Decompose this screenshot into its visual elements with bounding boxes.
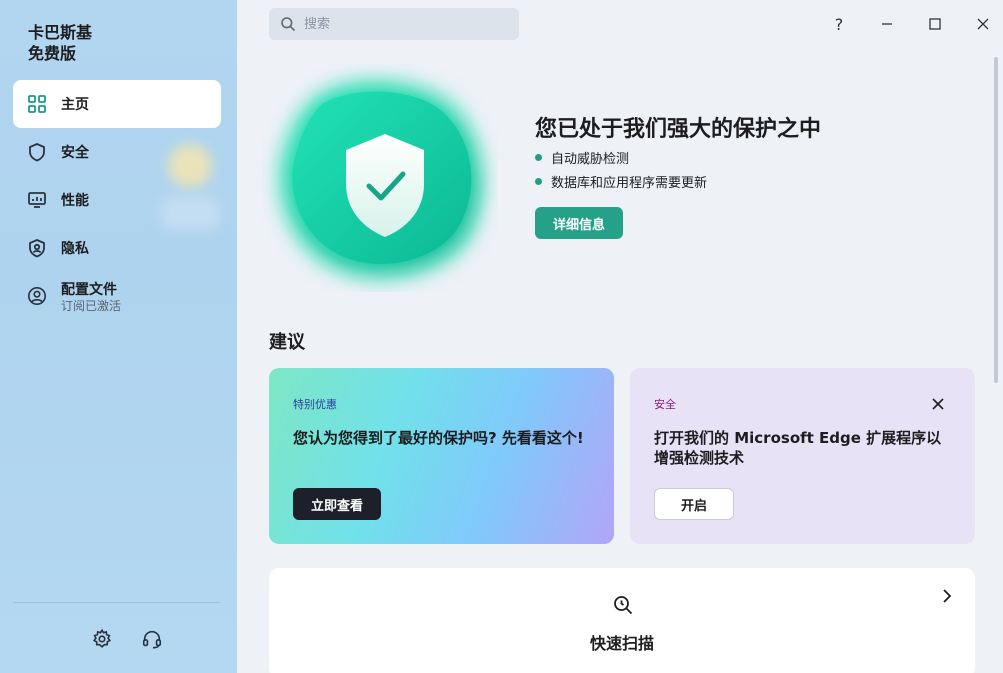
recommendations-title: 建议 — [269, 332, 305, 353]
status-list-item: 自动威胁检测 — [535, 148, 629, 167]
card-title: 您认为您得到了最好的保护吗? 先看看这个! — [293, 429, 584, 447]
status-dot — [535, 154, 542, 161]
brand-edition: 免费版 — [28, 44, 77, 63]
brand-title: 卡巴斯基 免费版 — [28, 22, 92, 64]
help-button[interactable]: ? — [827, 12, 851, 36]
search-bar — [269, 8, 519, 40]
status-list-item: 数据库和应用程序需要更新 — [535, 172, 707, 191]
close-button[interactable] — [971, 12, 995, 36]
status-dot — [535, 178, 542, 185]
sidebar-item-performance[interactable]: 性能 — [13, 176, 221, 224]
details-button[interactable]: 详细信息 — [535, 207, 623, 239]
performance-monitor-icon — [27, 190, 47, 210]
sidebar-item-home[interactable]: 主页 — [13, 80, 221, 128]
minimize-icon — [882, 23, 892, 25]
subscription-status: 订阅已激活 — [61, 299, 122, 313]
headset-icon — [142, 630, 162, 649]
brand-name: 卡巴斯基 — [28, 23, 93, 42]
sidebar-item-profile[interactable]: 配置文件 订阅已激活 — [13, 272, 221, 320]
sidebar-item-label: 安全 — [61, 145, 89, 161]
sidebar: 卡巴斯基 免费版 主页 安全 性能 隐私 配置文件 订阅已激活 — [0, 0, 237, 673]
quick-scan-label: 快速扫描 — [589, 634, 654, 653]
protection-status-title: 您已处于我们强大的保护之中 — [535, 117, 822, 142]
profile-icon — [27, 286, 47, 306]
sidebar-item-label: 配置文件 — [61, 282, 117, 298]
close-icon — [977, 18, 989, 30]
card-title: 打开我们的 Microsoft Edge 扩展程序以增强检测技术 — [654, 429, 942, 467]
divider — [13, 602, 220, 603]
enable-button[interactable]: 开启 — [654, 488, 734, 520]
search-icon — [281, 17, 296, 32]
shield-icon — [27, 142, 47, 162]
support-button[interactable] — [141, 628, 163, 650]
maximize-button[interactable] — [923, 12, 947, 36]
maximize-icon — [929, 18, 941, 30]
sidebar-item-privacy[interactable]: 隐私 — [13, 224, 221, 272]
status-text: 数据库和应用程序需要更新 — [551, 176, 708, 191]
security-recommendation-card: 安全 打开我们的 Microsoft Edge 扩展程序以增强检测技术 开启 — [630, 368, 975, 544]
scan-magnifier-icon — [614, 596, 633, 615]
gear-icon — [92, 628, 112, 648]
sidebar-item-label: 性能 — [61, 193, 89, 209]
search-input[interactable] — [304, 14, 504, 34]
card-tag: 特别优惠 — [293, 398, 337, 411]
card-tag: 安全 — [654, 398, 676, 411]
privacy-shield-person-icon — [27, 238, 47, 258]
view-now-button[interactable]: 立即查看 — [293, 488, 381, 520]
settings-button[interactable] — [91, 628, 113, 650]
scrollbar[interactable] — [994, 57, 998, 383]
quick-scan-card[interactable]: 快速扫描 — [269, 568, 975, 673]
minimize-button[interactable] — [875, 12, 899, 36]
status-text: 自动威胁检测 — [551, 152, 630, 167]
sidebar-item-label: 主页 — [61, 97, 89, 113]
protection-shield-illustration — [277, 77, 484, 282]
home-grid-icon — [27, 94, 47, 114]
promo-card: 特别优惠 您认为您得到了最好的保护吗? 先看看这个! 立即查看 — [269, 368, 614, 544]
sidebar-item-security[interactable]: 安全 — [13, 128, 221, 176]
chevron-right-icon — [943, 589, 952, 603]
sidebar-item-label: 隐私 — [61, 241, 89, 257]
close-icon[interactable] — [930, 396, 946, 412]
